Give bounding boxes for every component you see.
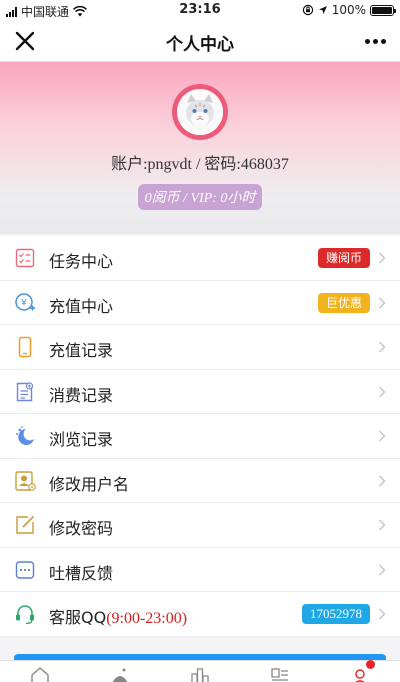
location-icon — [318, 6, 327, 14]
chevron-right-icon — [379, 297, 386, 308]
menu-item-browsing-history[interactable]: 浏览记录 — [0, 414, 400, 459]
bill-icon — [16, 381, 34, 401]
menu-label: 充值记录 — [49, 341, 114, 360]
tab-bookshelf[interactable] — [240, 661, 320, 682]
svg-text:¥: ¥ — [21, 298, 27, 308]
menu-label: 浏览记录 — [49, 430, 114, 449]
chevron-right-icon — [379, 608, 386, 620]
menu-item-recharge-center[interactable]: ¥ 充值中心 巨优惠 — [0, 281, 400, 325]
chevron-right-icon — [379, 564, 386, 575]
chevron-right-icon — [379, 386, 386, 397]
battery-icon — [370, 4, 396, 16]
phone-icon — [18, 336, 32, 358]
tab-profile[interactable] — [320, 661, 400, 682]
qq-number-badge[interactable]: 17052978 — [302, 604, 370, 624]
home-icon — [31, 667, 49, 682]
menu-item-change-password[interactable]: 修改密码 — [0, 503, 400, 548]
profile-header: 账户:pngvdt / 密码:468037 0阅币 / VIP: 0小时 — [0, 62, 400, 234]
menu-list: 任务中心 赚阅币 ¥ 充值中心 巨优惠 充值记录 消费记录 浏览记录 修改用户名… — [0, 236, 400, 637]
user-card-icon — [15, 470, 36, 491]
tab-category[interactable] — [80, 661, 160, 682]
qq-label: 客服QQ — [49, 608, 107, 627]
menu-label: 客服QQ(9:00-23:00) — [49, 604, 187, 628]
menu-label: 任务中心 — [49, 252, 114, 271]
more-button[interactable] — [360, 28, 390, 54]
chevron-right-icon — [379, 519, 386, 531]
menu-item-recharge-records[interactable]: 充值记录 — [0, 325, 400, 370]
chevron-right-icon — [379, 430, 386, 442]
chevron-right-icon — [379, 341, 386, 353]
menu-item-task-center[interactable]: 任务中心 赚阅币 — [0, 236, 400, 281]
tab-bar — [0, 660, 400, 682]
edit-icon — [16, 515, 35, 534]
notification-dot — [366, 660, 375, 669]
bookshelf-icon — [271, 668, 288, 681]
cat-avatar-icon — [177, 89, 223, 135]
status-right: 100% — [302, 3, 396, 17]
earn-coins-badge: 赚阅币 — [317, 248, 370, 268]
moon-icon — [16, 426, 34, 445]
service-hours: (9:00-23:00) — [106, 610, 188, 627]
chevron-right-icon — [379, 252, 386, 264]
avatar[interactable] — [172, 84, 228, 140]
menu-item-feedback[interactable]: 吐槽反馈 — [0, 548, 400, 592]
chat-icon — [15, 560, 35, 579]
page-title: 个人中心 — [166, 35, 234, 55]
task-icon — [15, 248, 35, 268]
nav-bar: 个人中心 — [0, 20, 400, 62]
status-bar: 中国联通 23:16 100% — [0, 0, 400, 20]
close-button[interactable] — [12, 28, 38, 54]
battery-percent: 100% — [331, 3, 366, 17]
headset-icon — [16, 605, 34, 625]
menu-label: 修改密码 — [49, 519, 114, 538]
menu-item-change-username[interactable]: 修改用户名 — [0, 459, 400, 503]
lock-rotation-icon — [302, 4, 313, 16]
more-icon — [364, 38, 370, 44]
category-icon — [112, 668, 128, 682]
recharge-icon: ¥ — [15, 292, 35, 311]
menu-label: 吐槽反馈 — [49, 563, 114, 583]
menu-item-consumption-records[interactable]: 消费记录 — [0, 370, 400, 414]
menu-item-customer-service-qq[interactable]: 客服QQ(9:00-23:00) 17052978 — [0, 592, 400, 637]
menu-label: 消费记录 — [49, 385, 114, 405]
big-discount-badge: 巨优惠 — [317, 292, 370, 313]
close-icon — [15, 31, 35, 51]
account-credentials: 账户:pngvdt / 密码:468037 — [111, 156, 289, 173]
ranking-icon — [191, 668, 209, 682]
menu-label: 修改用户名 — [49, 474, 130, 494]
chevron-right-icon — [379, 475, 386, 486]
coin-vip-badge: 0阅币 / VIP: 0小时 — [138, 184, 262, 210]
tab-ranking[interactable] — [160, 661, 240, 682]
menu-label: 充值中心 — [49, 296, 114, 316]
tab-home[interactable] — [0, 661, 80, 682]
